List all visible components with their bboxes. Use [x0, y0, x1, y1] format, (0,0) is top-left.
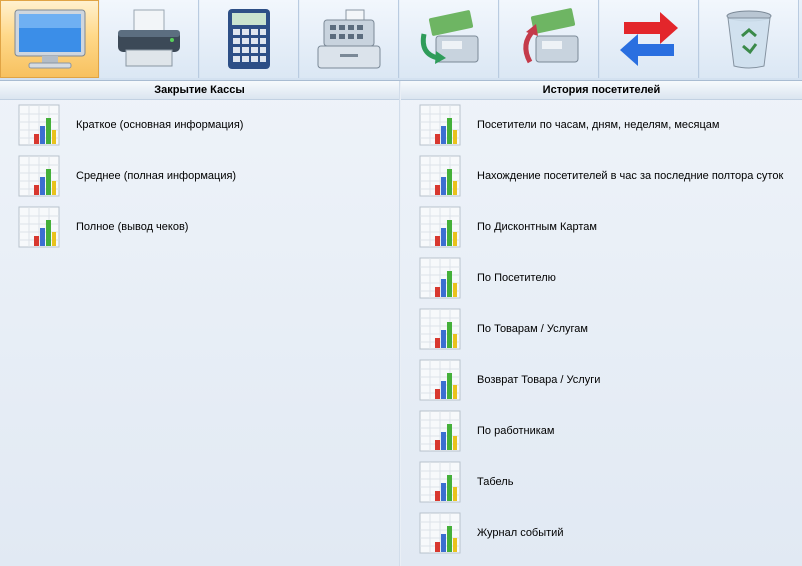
report-item-label: Полное (вывод чеков) [76, 221, 189, 233]
visitor-history-panel: История посетителей Посетители по часам,… [401, 81, 802, 566]
report-chart-icon [419, 512, 461, 554]
report-item-label: Табель [477, 476, 514, 488]
toolbar-cash-out-button[interactable] [500, 0, 599, 78]
report-item-label: Посетители по часам, дням, неделям, меся… [477, 119, 720, 131]
report-item-discount-cards[interactable]: По Дисконтным Картам [419, 205, 597, 249]
report-chart-icon [419, 206, 461, 248]
report-item-timesheet[interactable]: Табель [419, 460, 513, 504]
printer-icon [118, 9, 180, 67]
report-item-brief[interactable]: Краткое (основная информация) [18, 103, 243, 147]
cash-register-icon [317, 9, 381, 69]
report-item-label: Возврат Товара / Услуги [477, 374, 601, 386]
report-chart-icon [419, 359, 461, 401]
report-item-visitors-per-hour[interactable]: Нахождение посетителей в час за последни… [419, 154, 783, 198]
report-item-event-log[interactable]: Журнал событий [419, 511, 563, 555]
toolbar-monitor-button[interactable] [0, 0, 99, 78]
toolbar-cash-register-button[interactable] [300, 0, 399, 78]
report-item-goods-services[interactable]: По Товарам / Услугам [419, 307, 588, 351]
report-item-full[interactable]: Полное (вывод чеков) [18, 205, 188, 249]
exchange-arrows-icon [620, 12, 678, 66]
report-item-by-visitor[interactable]: По Посетителю [419, 256, 556, 300]
report-item-label: По Посетителю [477, 272, 556, 284]
report-chart-icon [419, 461, 461, 503]
recycle-bin-icon [726, 10, 772, 69]
main-toolbar [0, 0, 802, 81]
report-item-label: По Дисконтным Картам [477, 221, 597, 233]
calculator-icon [228, 9, 270, 69]
report-item-label: Журнал событий [477, 527, 564, 539]
report-item-label: По работникам [477, 425, 555, 437]
report-chart-icon [18, 206, 60, 248]
cash-closing-title: Закрытие Кассы [0, 81, 399, 100]
report-item-label: Нахождение посетителей в час за последни… [477, 170, 784, 182]
visitor-history-title: История посетителей [401, 81, 802, 100]
cash-closing-panel: Закрытие Кассы Краткое (основная информа… [0, 81, 399, 566]
report-chart-icon [419, 155, 461, 197]
toolbar-printer-button[interactable] [100, 0, 199, 78]
report-item-visitors-by-period[interactable]: Посетители по часам, дням, неделям, меся… [419, 103, 719, 147]
report-chart-icon [18, 104, 60, 146]
report-chart-icon [419, 257, 461, 299]
report-item-label: Краткое (основная информация) [76, 119, 244, 131]
report-chart-icon [419, 308, 461, 350]
report-chart-icon [18, 155, 60, 197]
cash-out-icon [523, 8, 579, 64]
toolbar-exchange-button[interactable] [600, 0, 699, 78]
report-chart-icon [419, 104, 461, 146]
toolbar-recycle-bin-button[interactable] [700, 0, 799, 78]
report-item-label: По Товарам / Услугам [477, 323, 588, 335]
report-chart-icon [419, 410, 461, 452]
report-item-employees[interactable]: По работникам [419, 409, 554, 453]
toolbar-cash-in-button[interactable] [400, 0, 499, 78]
toolbar-calculator-button[interactable] [200, 0, 299, 78]
cash-in-icon [420, 10, 479, 64]
report-item-label: Среднее (полная информация) [76, 170, 237, 182]
monitor-icon [14, 9, 85, 69]
report-item-returns[interactable]: Возврат Товара / Услуги [419, 358, 600, 402]
report-item-medium[interactable]: Среднее (полная информация) [18, 154, 236, 198]
